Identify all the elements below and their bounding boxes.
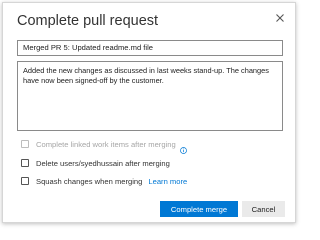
cancel-button[interactable]: Cancel <box>242 201 285 217</box>
delete-branch-option[interactable]: Delete users/syedhussain after merging <box>21 157 170 169</box>
squash-checkbox[interactable] <box>21 177 29 185</box>
squash-label[interactable]: Squash changes when merging <box>36 177 142 186</box>
delete-branch-checkbox[interactable] <box>21 159 29 167</box>
complete-merge-button[interactable]: Complete merge <box>160 201 238 217</box>
squash-option[interactable]: Squash changes when merging Learn more <box>21 175 187 187</box>
dialog-title: Complete pull request <box>17 13 159 29</box>
complete-work-items-label: Complete linked work items after merging <box>36 139 176 149</box>
close-icon[interactable] <box>273 11 287 25</box>
pr-description-textarea[interactable]: Added the new changes as discussed in la… <box>17 61 283 131</box>
complete-work-items-option: Complete linked work items after merging <box>21 138 187 154</box>
info-icon[interactable] <box>179 141 187 154</box>
complete-pull-request-dialog: Complete pull request Merged PR 5: Updat… <box>2 2 296 223</box>
pr-title-input[interactable]: Merged PR 5: Updated readme.md file <box>17 40 283 56</box>
delete-branch-label[interactable]: Delete users/syedhussain after merging <box>36 159 170 168</box>
learn-more-link[interactable]: Learn more <box>148 177 187 186</box>
complete-work-items-checkbox <box>21 140 29 148</box>
